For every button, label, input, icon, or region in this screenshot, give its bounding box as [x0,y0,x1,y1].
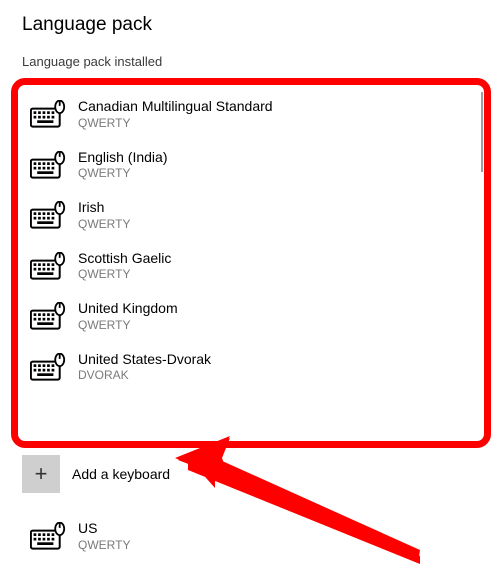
keyboard-name: United Kingdom [78,300,178,318]
language-pack-status: Language pack installed [0,36,501,69]
keyboard-option[interactable]: United States-Dvorak DVORAK [22,343,491,394]
keyboard-icon [30,100,66,128]
keyboard-icon [30,522,66,550]
add-keyboard-label: Add a keyboard [72,466,170,482]
keyboard-option[interactable]: Canadian Multilingual Standard QWERTY [22,90,491,141]
keyboard-option[interactable]: United Kingdom QWERTY [22,292,491,343]
keyboard-icon [30,201,66,229]
keyboard-icon [30,151,66,179]
keyboard-layout: QWERTY [78,267,171,282]
keyboard-name: United States-Dvorak [78,351,211,369]
keyboard-selection-list[interactable]: Canadian Multilingual Standard QWERTY En… [22,90,491,442]
keyboard-name: US [78,520,130,538]
installed-keyboard[interactable]: US QWERTY [22,512,491,563]
keyboard-icon [30,252,66,280]
keyboard-icon [30,353,66,381]
keyboard-name: Scottish Gaelic [78,250,171,268]
keyboard-option[interactable]: English (India) QWERTY [22,141,491,192]
add-keyboard-button[interactable]: + Add a keyboard [22,452,491,496]
plus-icon: + [22,455,60,493]
page-title: Language pack [0,0,501,36]
keyboard-icon [30,302,66,330]
keyboard-layout: QWERTY [78,166,168,181]
scrollbar[interactable] [481,92,483,172]
keyboard-layout: DVORAK [78,368,211,383]
keyboard-layout: QWERTY [78,318,178,333]
keyboard-name: Canadian Multilingual Standard [78,98,273,116]
keyboard-name: English (India) [78,149,168,167]
keyboard-option[interactable]: Irish QWERTY [22,191,491,242]
keyboard-option[interactable]: Scottish Gaelic QWERTY [22,242,491,293]
keyboard-name: Irish [78,199,130,217]
keyboard-layout: QWERTY [78,217,130,232]
keyboard-layout: QWERTY [78,116,273,131]
keyboard-layout: QWERTY [78,538,130,553]
